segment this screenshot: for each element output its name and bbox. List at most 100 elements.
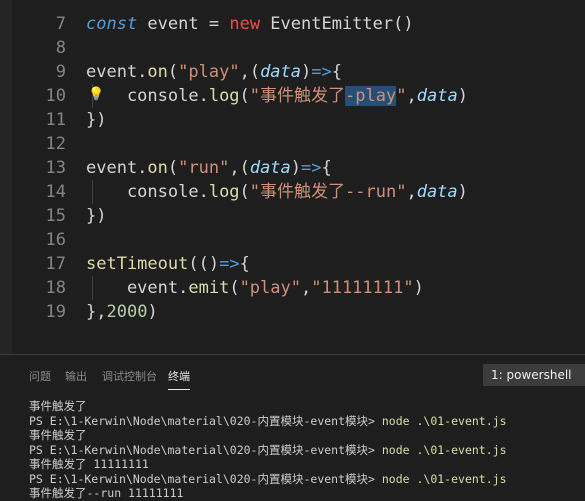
code-token: event. (86, 278, 189, 298)
code-token: event (137, 14, 209, 34)
code-token: => (219, 254, 240, 274)
code-token: data (416, 86, 458, 106)
code-token: setTimeout (86, 254, 189, 274)
code-token: 2000 (106, 302, 148, 322)
code-editor[interactable]: 7 const event = new EventEmitter() 8 9 event… (0, 0, 585, 354)
code-text: const event = new EventEmitter() (86, 12, 414, 36)
code-token: log (208, 182, 240, 202)
terminal-command: node .\01-event.js (381, 442, 507, 457)
code-text: event.emit("play","11111111") (86, 276, 424, 300)
code-token: => (311, 62, 332, 82)
line-number: 16 (45, 230, 66, 250)
code-token: event. (86, 62, 148, 82)
code-token: on (147, 158, 168, 178)
code-token: ,( (229, 158, 250, 178)
code-token: const (86, 14, 138, 34)
code-line[interactable]: 8 (0, 36, 585, 60)
line-number: 9 (55, 62, 66, 82)
code-text: }) (86, 204, 106, 228)
terminal-text: PS E:\1-Kerwin\Node\material\020-内置模块-ev… (29, 471, 382, 486)
code-line[interactable]: 11}) (0, 108, 585, 132)
code-token: ) (457, 182, 468, 202)
code-token: => (301, 158, 322, 178)
bottom-panel: 问题 输出 调试控制台 终端 1: powershell 事件触发了 PS E:\… (0, 355, 585, 500)
line-number: 7 (55, 14, 66, 34)
code-token: ) (301, 62, 312, 82)
terminal-line: 事件触发了 11111111 (29, 457, 507, 472)
code-token: ) (413, 278, 424, 298)
terminal-text: 事件触发了--run 11111111 (29, 486, 184, 500)
code-line[interactable]: 19},2000) (0, 300, 585, 324)
code-token: }) (86, 110, 107, 130)
code-text: console.log("事件触发了-play",data) (86, 84, 468, 108)
code-token: log (208, 86, 240, 106)
code-token: { (321, 158, 332, 178)
terminal-line: 事件触发了--run 11111111 (29, 486, 507, 501)
code-line[interactable]: 13 event.on("run",(data)=>{ (0, 156, 585, 180)
code-token: event. (86, 158, 148, 178)
code-token: "run" (178, 158, 230, 178)
code-token: }) (86, 206, 107, 226)
terminal-line: PS E:\1-Kerwin\Node\material\020-内置模块-ev… (29, 443, 507, 458)
terminal-text: 事件触发了 11111111 (29, 457, 149, 471)
code-token: , (300, 278, 312, 298)
terminal-text: 事件触发了 (29, 428, 87, 442)
code-token: { (239, 254, 250, 274)
line-number: 18 (45, 278, 66, 298)
terminal-line: PS E:\1-Kerwin\Node\material\020-内置模块-ev… (29, 414, 507, 429)
line-number: 19 (45, 302, 66, 322)
line-number: 17 (45, 254, 66, 274)
terminal-command: node .\01-event.js (381, 471, 507, 486)
code-token: ) (290, 158, 302, 178)
code-line[interactable]: 14 console.log("事件触发了--run",data) (0, 180, 585, 204)
tab-terminal[interactable]: 终端 (168, 368, 190, 390)
terminal-output[interactable]: 事件触发了 PS E:\1-Kerwin\Node\material\020-内置… (29, 399, 507, 501)
terminal-select[interactable]: 1: powershell (483, 364, 585, 386)
code-token: }, (86, 302, 107, 322)
code-text: }) (86, 108, 106, 132)
code-line[interactable]: 17 setTimeout(()=>{ (0, 252, 585, 276)
code-token: ) (457, 86, 468, 106)
terminal-command: node .\01-event.js (381, 413, 507, 428)
code-text: event.on("play",(data)=>{ (86, 60, 342, 84)
line-number: 10 (45, 86, 66, 106)
code-token: "play" (178, 62, 240, 82)
code-line[interactable]: 7 const event = new EventEmitter() (0, 12, 585, 36)
line-number: 8 (55, 38, 66, 58)
code-token: "11111111" (311, 278, 414, 298)
line-number: 15 (45, 206, 66, 226)
code-line[interactable]: 16 (0, 228, 585, 252)
code-token: new (229, 14, 261, 34)
terminal-line: 事件触发了 (29, 428, 507, 443)
line-number: 13 (45, 158, 66, 178)
line-number: 12 (45, 134, 66, 154)
tab-debug-console[interactable]: 调试控制台 (102, 368, 157, 384)
code-line[interactable]: 15}) (0, 204, 585, 228)
code-line[interactable]: 18 event.emit("play","11111111") (0, 276, 585, 300)
tab-problems[interactable]: 问题 (29, 368, 51, 384)
code-token: , (406, 86, 417, 106)
code-token: ( (167, 62, 179, 82)
code-token: ,( (239, 62, 261, 82)
code-line[interactable]: 12 (0, 132, 585, 156)
code-token: ) (147, 302, 158, 322)
code-token: ( (229, 278, 240, 298)
code-line[interactable]: 9 event.on("play",(data)=>{ (0, 60, 585, 84)
terminal-text: PS E:\1-Kerwin\Node\material\020-内置模块-ev… (29, 442, 382, 457)
terminal-line: PS E:\1-Kerwin\Node\material\020-内置模块-ev… (29, 472, 507, 487)
code-line[interactable]: 10 💡 console.log("事件触发了-play",data) (0, 84, 585, 108)
code-token: emit (188, 278, 230, 298)
terminal-text: 事件触发了 (29, 399, 87, 413)
code-token: ( (239, 182, 250, 202)
code-token: "play" (239, 278, 301, 298)
code-token: "事件触发了--run" (249, 182, 407, 202)
code-token: data (416, 182, 458, 202)
code-token: data (249, 158, 291, 178)
code-token: "事件触发了 (249, 86, 346, 106)
terminal-line: 事件触发了 (29, 399, 507, 414)
code-token: " (396, 86, 407, 106)
tab-output[interactable]: 输出 (65, 368, 87, 384)
terminal-text: PS E:\1-Kerwin\Node\material\020-内置模块-ev… (29, 413, 382, 428)
code-token: ( (167, 158, 179, 178)
